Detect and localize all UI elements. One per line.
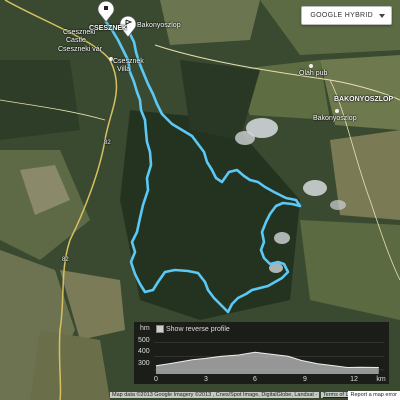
x-tick-label: 9 [303,376,307,383]
y-tick-label: 400 [138,348,150,355]
cloud [274,232,290,244]
road-number-label: 82 [62,257,69,263]
x-tick-label: 6 [253,376,257,383]
checkbox-icon[interactable] [156,325,164,333]
y-tick-label: 500 [138,337,150,344]
field [30,330,110,400]
x-tick-label: 3 [204,376,208,383]
map-type-label: GOOGLE HYBRID [310,12,373,19]
chevron-down-icon [379,14,385,18]
place-pin-icon[interactable] [335,109,339,113]
cloud [235,131,255,145]
place-label-mindszenty: Bakonyoszlop [137,22,181,29]
place-label-bakonyoszlop-village: BAKONYOSZLOP [334,96,394,103]
x-tick-label: 0 [154,376,158,383]
cloud [330,200,346,210]
field [0,60,80,140]
reverse-profile-label: Show reverse profile [166,325,230,333]
road-number-label: 82 [104,140,111,146]
x-unit-label: km [376,376,386,383]
place-label-castle: Castle [66,37,86,44]
place-label-cseszneki-var: Cseszneki vár [58,46,102,53]
elevation-profile-panel: hm Show reverse profile 500 400 300 0 3 … [134,322,389,384]
x-tick-label: 12 [350,376,358,383]
cloud [303,180,327,196]
place-label-csesznek-villa: Csesznek [113,58,144,65]
reverse-profile-toggle[interactable]: Show reverse profile [156,325,230,333]
place-label-bakonyoszlop: Bakonyoszlop [313,115,357,122]
report-map-error-link[interactable]: Report a map error [347,391,400,400]
place-label-cseszneki: Cseszneki [63,29,96,36]
elevation-unit-label: hm [140,325,150,332]
elevation-area [156,352,379,374]
map-attribution: Map data ©2013 Google Imagery ©2013 , Cn… [110,391,358,400]
place-label-villa: Villa [117,66,131,73]
place-label-olah-pub: Oláh pub [299,70,328,77]
y-tick-label: 300 [138,360,150,367]
attribution-text: Map data ©2013 Google Imagery ©2013 , Cn… [110,392,320,398]
place-pin-icon[interactable] [309,64,313,68]
map-type-dropdown[interactable]: GOOGLE HYBRID [301,6,392,25]
